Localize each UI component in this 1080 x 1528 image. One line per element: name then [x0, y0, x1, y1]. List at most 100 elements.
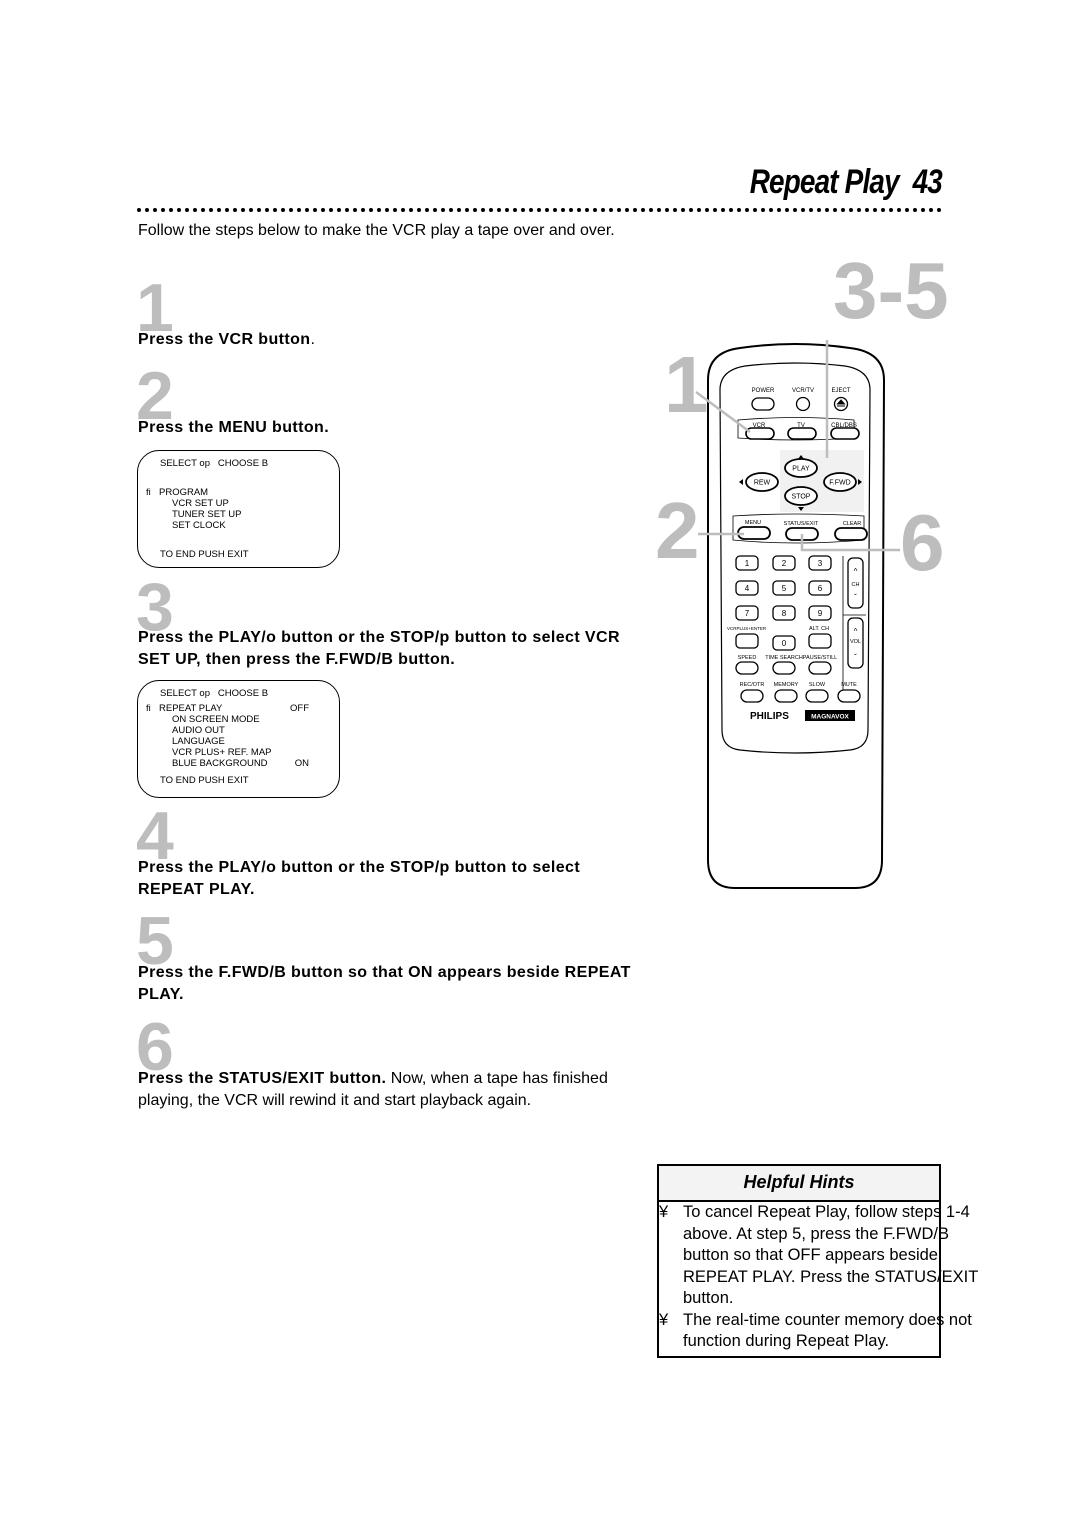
stop-label: STOP — [792, 494, 811, 501]
mute-button — [837, 689, 861, 703]
memory-label: MEMORY — [774, 682, 799, 688]
remote-body — [707, 343, 886, 889]
page-title-text: Repeat Play — [749, 163, 900, 201]
key-6-label: 6 — [818, 584, 823, 593]
remote-control-illustration: 3-5 1 2 6 POWER VCR/TV EJECT VCR TV CBL/… — [655, 260, 949, 889]
helpful-hints-title: Helpful Hints — [659, 1166, 939, 1202]
pause-still-button — [808, 661, 832, 675]
hint-text: The real-time counter memory does not fu… — [683, 1310, 972, 1351]
status-exit-label: STATUS/EXIT — [784, 521, 819, 527]
clear-label: CLEAR — [843, 521, 861, 527]
alt-ch-label: ALT. CH — [809, 626, 829, 632]
vol-down-icon: ˇ — [854, 653, 857, 662]
osd-header: SELECT op CHOOSE B — [160, 688, 269, 699]
key-2-label: 2 — [782, 559, 787, 568]
callout-3-5: 3-5 — [833, 260, 949, 335]
ch-down-icon: ˇ — [854, 593, 857, 602]
osd-item: LANGUAGE — [172, 736, 225, 747]
key-9-label: 9 — [818, 609, 823, 618]
osd-cursor-icon: fi — [146, 703, 151, 714]
callout-1: 1 — [664, 340, 709, 429]
step-text-6: Press the STATUS/EXIT button. Now, when … — [138, 1068, 648, 1112]
intro-text: Follow the steps below to make the VCR p… — [138, 222, 615, 239]
menu-label: MENU — [745, 520, 761, 526]
osd-footer: TO END PUSH EXIT — [160, 549, 249, 560]
step-1-rest: . — [310, 331, 315, 348]
step-text-4: Press the PLAY/o button or the STOP/p bu… — [138, 857, 648, 901]
page-number: 43 — [912, 163, 943, 201]
key-0-label: 0 — [782, 639, 787, 648]
key-4-label: 4 — [745, 584, 750, 593]
vcrtv-label: VCR/TV — [792, 388, 814, 394]
pause-still-label: PAUSE/STILL — [803, 655, 837, 661]
step-4-bold: Press the PLAY/o button or the STOP/p bu… — [138, 859, 581, 898]
slow-button — [805, 689, 829, 703]
power-button — [751, 397, 775, 411]
key-7-label: 7 — [745, 609, 750, 618]
step-1-bold: Press the VCR button — [138, 331, 311, 348]
osd-item: AUDIO OUT — [172, 725, 225, 736]
osd-item: REPEAT PLAY — [159, 703, 223, 714]
callout-6: 6 — [900, 498, 945, 587]
osd-item: VCR SET UP — [172, 498, 229, 509]
osd-item-value: ON — [294, 758, 309, 769]
key-8-label: 8 — [782, 609, 787, 618]
osd-item: PROGRAM — [159, 487, 209, 498]
eject-label: EJECT — [831, 388, 850, 394]
hint-item: ¥ To cancel Repeat Play, follow steps 1-… — [659, 1202, 999, 1310]
ch-label: CH — [852, 582, 860, 588]
tv-button — [787, 427, 817, 440]
time-search-button — [772, 661, 796, 675]
osd-cursor-icon: fi — [146, 487, 151, 498]
hint-text: To cancel Repeat Play, follow steps 1-4 … — [683, 1203, 978, 1307]
cbl-dbs-button — [830, 427, 860, 440]
vcrplus-enter-button — [735, 633, 759, 649]
power-label: POWER — [752, 388, 775, 394]
rec-otr-label: REC/OTR — [740, 682, 765, 688]
osd-item: VCR PLUS+ REF. MAP — [172, 747, 272, 758]
step-6-bold: Press the STATUS/EXIT button. — [138, 1070, 387, 1087]
osd-item-value: OFF — [290, 703, 309, 714]
slow-label: SLOW — [809, 682, 826, 688]
speed-label: SPEED — [738, 655, 757, 661]
step-text-3: Press the PLAY/o button or the STOP/p bu… — [138, 627, 648, 671]
step-3-bold: Press the PLAY/o button or the STOP/p bu… — [138, 629, 620, 668]
hint-item: ¥ The real-time counter memory does not … — [659, 1310, 999, 1353]
mute-label: MUTE — [841, 682, 857, 688]
vcr-button — [745, 427, 775, 440]
osd-item: TUNER SET UP — [172, 509, 242, 520]
osd-item: ON SCREEN MODE — [172, 714, 260, 725]
helpful-hints-list: ¥ To cancel Repeat Play, follow steps 1-… — [659, 1202, 999, 1353]
rew-label: REW — [754, 480, 771, 487]
vcrtv-button — [795, 396, 811, 412]
clear-button — [834, 527, 868, 541]
rec-otr-button — [740, 689, 764, 703]
time-search-label: TIME SEARCH — [765, 655, 803, 661]
dotted-divider — [137, 208, 942, 212]
osd-header: SELECT op CHOOSE B — [160, 458, 269, 469]
step-text-1: Press the VCR button. — [138, 329, 648, 351]
osd-item: BLUE BACKGROUND — [172, 758, 268, 769]
ch-up-icon: ^ — [854, 567, 858, 576]
step-text-2: Press the MENU button. — [138, 417, 648, 439]
osd-footer: TO END PUSH EXIT — [160, 775, 249, 786]
osd-item: SET CLOCK — [172, 520, 226, 531]
osd-vcr-setup-menu: SELECT op CHOOSE B fi REPEAT PLAY OFF ON S… — [137, 680, 340, 798]
vcrplus-label: VCRPLUS+ENTER — [727, 626, 767, 631]
bullet-icon: ¥ — [659, 1310, 669, 1329]
speed-button — [735, 661, 759, 675]
key-1-label: 1 — [745, 559, 750, 568]
key-3-label: 3 — [818, 559, 823, 568]
bullet-icon: ¥ — [659, 1203, 669, 1221]
ffwd-label: F.FWD — [829, 480, 850, 487]
vol-label: VOL — [850, 639, 861, 645]
philips-logo: PHILIPS — [750, 711, 789, 722]
vol-up-icon: ^ — [854, 627, 858, 636]
alt-ch-button — [808, 633, 832, 649]
step-5-bold: Press the F.FWD/B button so that ON appe… — [138, 964, 631, 1003]
callout-2: 2 — [655, 486, 700, 575]
play-label: PLAY — [792, 466, 810, 473]
key-5-label: 5 — [782, 584, 787, 593]
page-title: Repeat Play 43 — [694, 163, 943, 202]
step-text-5: Press the F.FWD/B button so that ON appe… — [138, 962, 648, 1006]
